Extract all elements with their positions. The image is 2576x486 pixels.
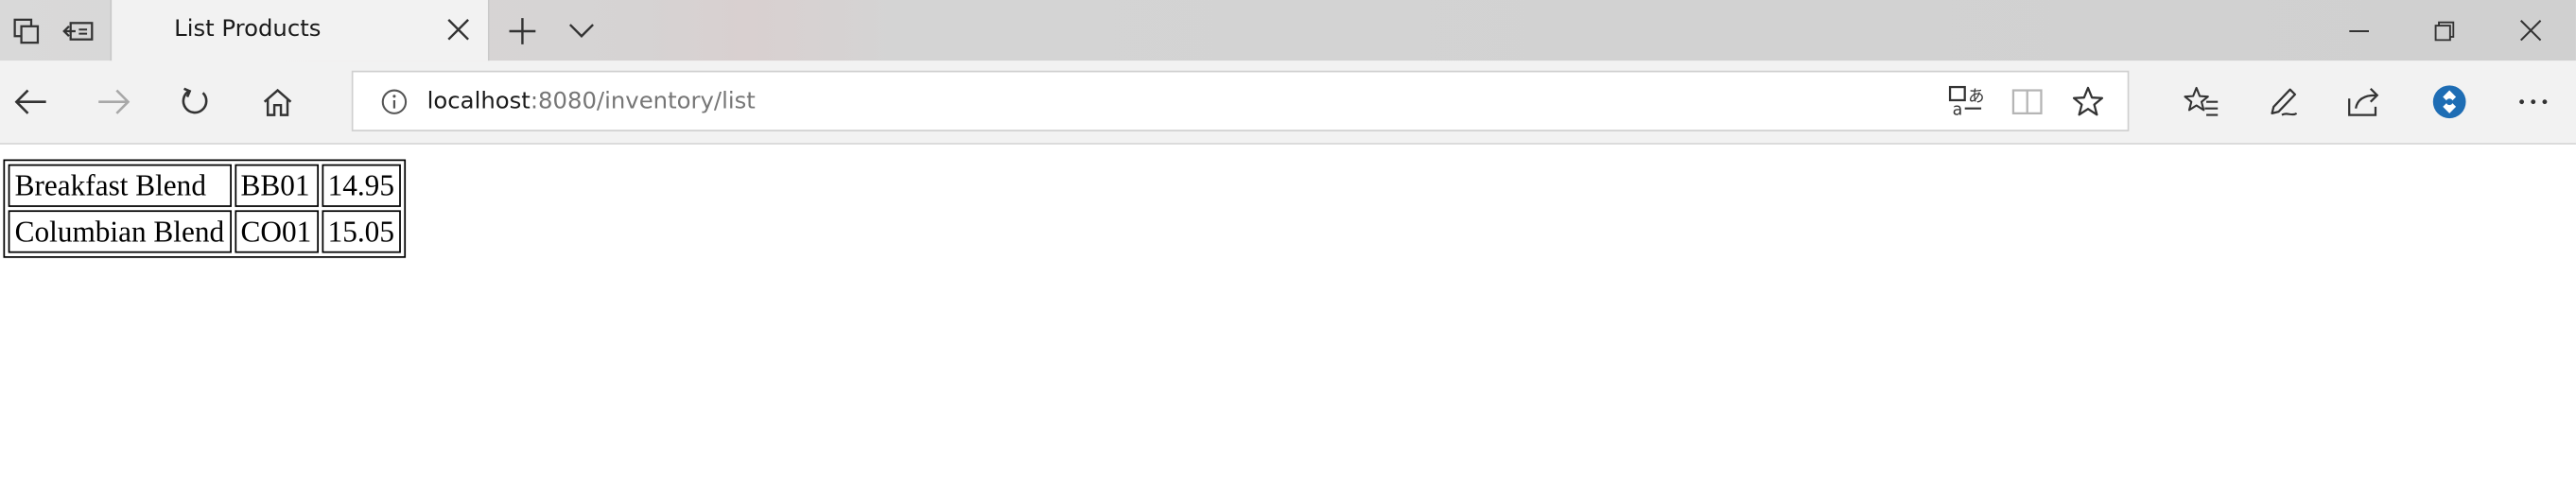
product-code-cell: BB01: [234, 164, 319, 207]
refresh-icon: [179, 85, 212, 118]
translate-icon[interactable]: aあ: [1947, 82, 1987, 122]
tab-list-button[interactable]: [555, 0, 608, 61]
restore-icon: [2434, 20, 2455, 41]
pen-icon: [2267, 85, 2300, 118]
minimize-button[interactable]: [2316, 0, 2401, 61]
url-text[interactable]: localhost:8080/inventory/list: [427, 89, 756, 115]
plus-icon: [508, 16, 537, 45]
product-code-cell: CO01: [234, 210, 319, 253]
favorites-hub-button[interactable]: [2173, 74, 2229, 130]
extension-button[interactable]: [2422, 74, 2478, 130]
arrow-right-icon: [96, 89, 131, 115]
share-icon: [2347, 85, 2383, 118]
address-bar[interactable]: localhost:8080/inventory/list aあ: [351, 70, 2130, 131]
page-content: Breakfast Blend BB01 14.95 Columbian Ble…: [0, 144, 2576, 486]
home-button[interactable]: [250, 74, 305, 130]
product-name-cell: Breakfast Blend: [8, 164, 232, 207]
table-row: Breakfast Blend BB01 14.95: [8, 164, 401, 207]
more-icon: [2518, 98, 2548, 105]
product-price-cell: 15.05: [321, 210, 401, 253]
set-aside-tabs-icon: [62, 16, 96, 45]
star-icon[interactable]: [2068, 82, 2108, 122]
tab-close-button[interactable]: [442, 13, 475, 46]
tab-actions-icon: [11, 16, 41, 45]
back-button[interactable]: [3, 74, 59, 130]
favorites-icon: [2184, 85, 2219, 118]
svg-text:あ: あ: [1968, 88, 1984, 107]
close-window-button[interactable]: [2487, 0, 2572, 61]
refresh-button[interactable]: [167, 74, 223, 130]
close-icon: [447, 18, 470, 41]
navigation-toolbar: localhost:8080/inventory/list aあ: [0, 61, 2576, 145]
book-icon[interactable]: [2008, 82, 2047, 122]
product-name-cell: Columbian Blend: [8, 210, 232, 253]
products-table: Breakfast Blend BB01 14.95 Columbian Ble…: [3, 159, 407, 258]
more-button[interactable]: [2505, 74, 2561, 130]
tab-strip: List Products: [0, 0, 2576, 61]
share-button[interactable]: [2338, 74, 2393, 130]
table-row: Columbian Blend CO01 15.05: [8, 210, 401, 253]
chevron-down-icon: [568, 22, 595, 38]
new-tab-button[interactable]: [496, 0, 549, 61]
url-path: :8080/inventory/list: [530, 88, 756, 115]
set-aside-tabs-button[interactable]: [53, 0, 106, 61]
active-tab[interactable]: List Products: [110, 0, 490, 61]
home-icon: [261, 87, 294, 116]
url-host: localhost: [426, 88, 531, 115]
arrow-left-icon: [14, 89, 48, 115]
restore-button[interactable]: [2402, 0, 2487, 61]
tab-title: List Products: [174, 16, 322, 43]
forward-button[interactable]: [85, 74, 141, 130]
minimize-icon: [2349, 21, 2370, 41]
product-price-cell: 14.95: [321, 164, 401, 207]
notes-button[interactable]: [2255, 74, 2311, 130]
close-icon: [2519, 19, 2541, 42]
tab-actions-button[interactable]: [0, 0, 53, 61]
extension-icon: [2431, 84, 2467, 120]
info-icon[interactable]: [379, 87, 409, 116]
svg-text:a: a: [1953, 101, 1963, 118]
